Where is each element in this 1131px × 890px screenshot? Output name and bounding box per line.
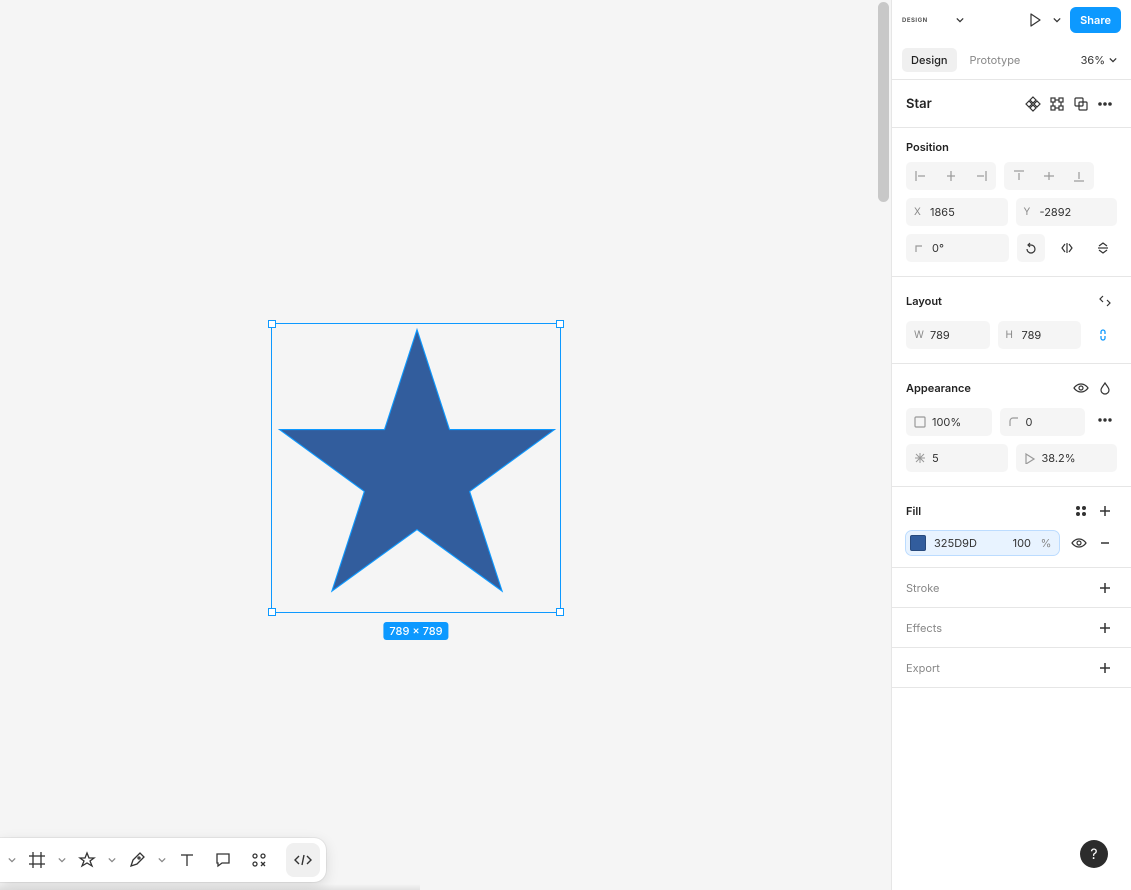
tab-prototype[interactable]: Prototype [961, 48, 1030, 72]
resize-handle-tr[interactable] [556, 320, 564, 328]
height-field[interactable]: H789 [998, 321, 1082, 349]
effects-section[interactable]: Effects [892, 608, 1131, 648]
object-name: Star [906, 96, 1021, 112]
align-vertical-group [1004, 162, 1094, 190]
move-chevron-icon[interactable] [6, 856, 18, 864]
add-fill-icon[interactable] [1093, 499, 1117, 523]
add-effect-icon[interactable] [1093, 616, 1117, 640]
fill-opacity[interactable]: 100 [1001, 536, 1031, 550]
flip-v-icon[interactable] [1089, 234, 1117, 262]
add-stroke-icon[interactable] [1093, 576, 1117, 600]
fill-unit: % [1039, 536, 1053, 550]
frame-chevron-icon[interactable] [56, 856, 68, 864]
flip-h-icon[interactable] [1053, 234, 1081, 262]
align-right-icon[interactable] [966, 162, 996, 190]
corner-radius-field[interactable]: 0 [1000, 408, 1086, 436]
component-icon[interactable] [1021, 92, 1045, 116]
fill-label: Fill [906, 504, 1069, 518]
resize-handle-tl[interactable] [268, 320, 276, 328]
dimension-badge: 789 × 789 [383, 622, 448, 640]
constrain-proportions-icon[interactable] [1089, 321, 1117, 349]
pen-tool-icon[interactable] [120, 843, 154, 877]
x-field[interactable]: X1865 [906, 198, 1008, 226]
rotate-90-icon[interactable] [1017, 234, 1045, 262]
shape-tool-icon[interactable] [70, 843, 104, 877]
pen-chevron-icon[interactable] [156, 856, 168, 864]
position-label: Position [906, 140, 1117, 154]
dev-mode-icon[interactable] [286, 843, 320, 877]
play-chevron-icon[interactable] [1052, 16, 1062, 24]
frame-tool-icon[interactable] [20, 843, 54, 877]
stroke-label: Stroke [906, 581, 1093, 595]
layout-section: Layout W789 H789 [892, 277, 1131, 364]
more-icon[interactable] [1093, 92, 1117, 116]
text-tool-icon[interactable] [170, 843, 204, 877]
brand-label: DESIGN [902, 17, 947, 24]
resize-handle-br[interactable] [556, 608, 564, 616]
resize-handle-bl[interactable] [268, 608, 276, 616]
comment-tool-icon[interactable] [206, 843, 240, 877]
fill-swatch[interactable] [910, 535, 926, 551]
remove-fill-icon[interactable] [1093, 531, 1117, 555]
zoom-value: 36% [1081, 53, 1105, 67]
align-h-center-icon[interactable] [936, 162, 966, 190]
position-section: Position X1865 Y-2892 0° [892, 128, 1131, 277]
fill-visibility-icon[interactable] [1067, 531, 1091, 555]
blend-mode-icon[interactable] [1093, 376, 1117, 400]
zoom-level[interactable]: 36% [1081, 53, 1117, 67]
appearance-label: Appearance [906, 381, 1069, 395]
fill-styles-icon[interactable] [1069, 499, 1093, 523]
width-field[interactable]: W789 [906, 321, 990, 349]
share-button[interactable]: Share [1070, 7, 1121, 33]
align-bottom-icon[interactable] [1064, 162, 1094, 190]
align-horizontal-group [906, 162, 996, 190]
help-button[interactable]: ? [1080, 840, 1108, 868]
appearance-section: Appearance 100% 0 5 38.2% [892, 364, 1131, 487]
properties-panel: DESIGN Share Design Prototype 36% Star [891, 0, 1131, 890]
tab-design[interactable]: Design [902, 48, 957, 72]
play-icon[interactable] [1026, 11, 1044, 29]
actions-tool-icon[interactable] [242, 843, 276, 877]
rotation-field[interactable]: 0° [906, 234, 1009, 262]
layout-label: Layout [906, 294, 1093, 308]
y-field[interactable]: Y-2892 [1016, 198, 1118, 226]
fill-hex[interactable]: 325D9D [934, 536, 993, 550]
selection-box[interactable]: 789 × 789 [271, 323, 561, 613]
bottom-toolbar [0, 838, 326, 882]
stroke-section[interactable]: Stroke [892, 568, 1131, 608]
fill-section: Fill 325D9D 100 % [892, 487, 1131, 568]
export-label: Export [906, 661, 1093, 675]
selection-colors-icon[interactable] [1069, 92, 1093, 116]
add-export-icon[interactable] [1093, 656, 1117, 680]
canvas-scrollbar[interactable] [878, 2, 889, 202]
star-shape[interactable] [277, 324, 557, 604]
opacity-field[interactable]: 100% [906, 408, 992, 436]
align-top-icon[interactable] [1004, 162, 1034, 190]
align-v-center-icon[interactable] [1034, 162, 1064, 190]
appearance-more-icon[interactable] [1093, 408, 1117, 432]
canvas-area[interactable]: 789 × 789 [0, 0, 891, 890]
star-ratio-field[interactable]: 38.2% [1016, 444, 1118, 472]
fill-color-row[interactable]: 325D9D 100 % [906, 531, 1059, 555]
chevron-down-icon [1109, 56, 1117, 64]
star-points-field[interactable]: 5 [906, 444, 1008, 472]
align-left-icon[interactable] [906, 162, 936, 190]
visibility-icon[interactable] [1069, 376, 1093, 400]
effects-label: Effects [906, 621, 1093, 635]
edit-object-icon[interactable] [1045, 92, 1069, 116]
brand-chevron-icon[interactable] [955, 16, 965, 24]
shape-chevron-icon[interactable] [106, 856, 118, 864]
export-section[interactable]: Export [892, 648, 1131, 688]
autolayout-icon[interactable] [1093, 289, 1117, 313]
